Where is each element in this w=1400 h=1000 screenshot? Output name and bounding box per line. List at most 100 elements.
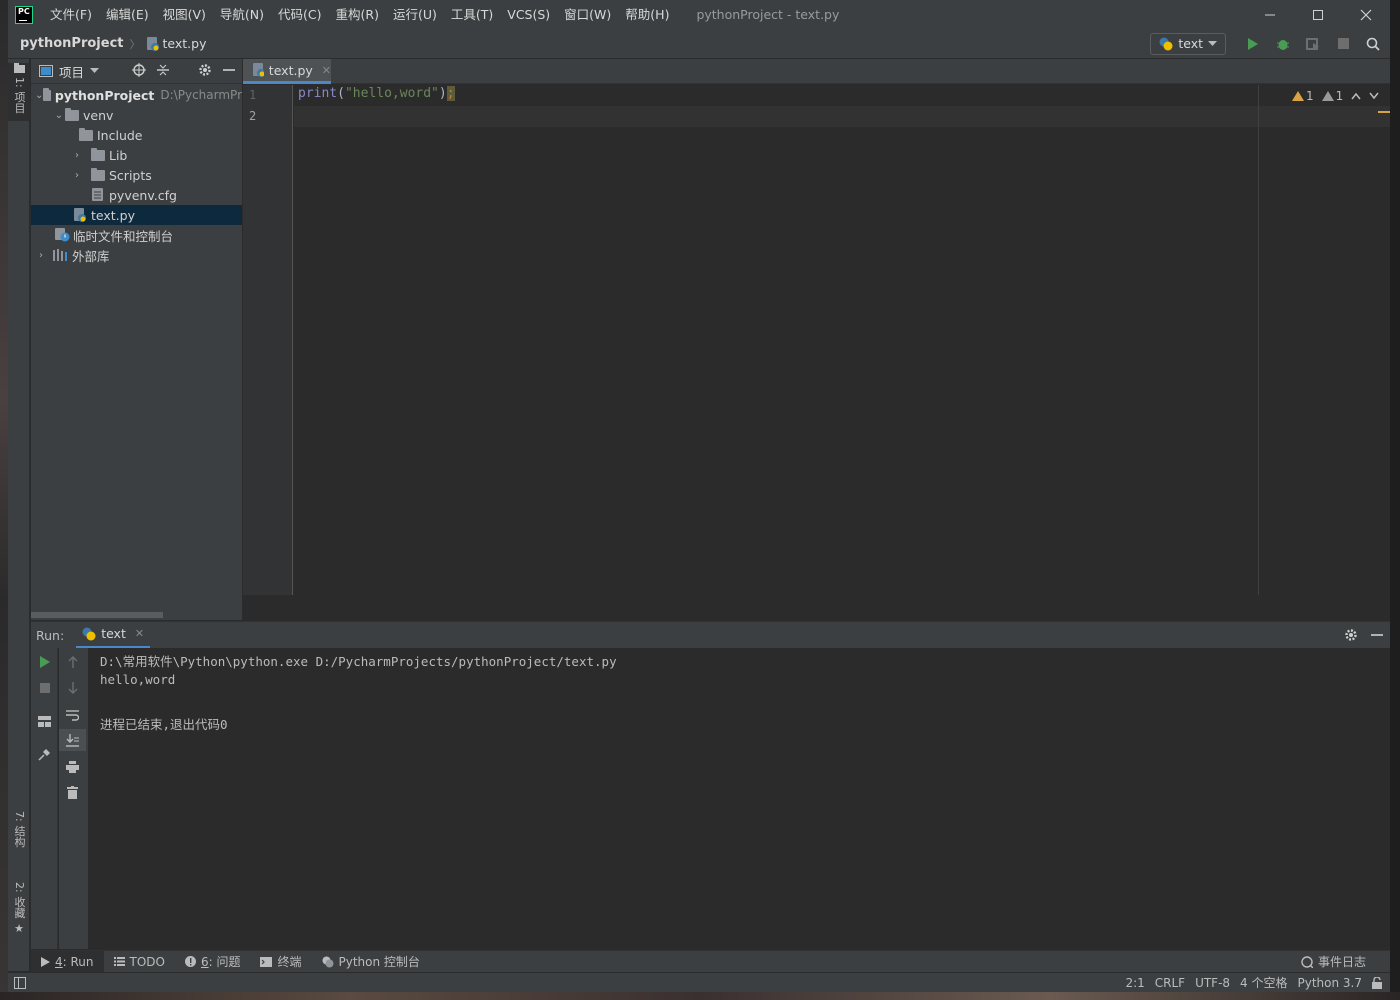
warning-marker[interactable] [1378,111,1390,113]
tree-node-scratches[interactable]: 临时文件和控制台 [31,225,242,245]
menu-navigate[interactable]: 导航(N) [213,0,271,29]
close-tab-icon[interactable]: ✕ [322,64,331,77]
warning-icon [1292,91,1304,101]
caret-position[interactable]: 2:1 [1125,976,1144,990]
menu-view[interactable]: 视图(V) [156,0,213,29]
minimize-icon [1265,14,1275,15]
file-encoding[interactable]: UTF-8 [1195,976,1230,990]
previous-highlight-icon[interactable] [1351,92,1361,100]
coverage-button[interactable] [1302,33,1324,55]
menu-help[interactable]: 帮助(H) [618,0,676,29]
stop-button[interactable] [1332,33,1354,55]
project-panel-tools [132,63,236,77]
collapsed-arrow-icon[interactable]: › [71,150,83,161]
run-console[interactable]: D:\常用软件\Python\python.exe D:/PycharmProj… [88,648,1390,949]
scroll-up-button[interactable] [59,651,86,673]
tool-tab-event-log[interactable]: 事件日志 [1291,951,1376,973]
tool-tab-project[interactable]: 1: 项目 [8,63,30,121]
warning-counter[interactable]: 1 [1292,89,1314,103]
collapse-all-icon[interactable] [156,63,170,77]
gear-icon[interactable] [198,63,212,77]
code-token-semicolon: ; [446,86,455,101]
minimize-button[interactable] [1246,0,1294,29]
code-line-1[interactable]: print("hello,word"); [298,86,455,101]
print-button[interactable] [59,756,86,778]
collapsed-arrow-icon[interactable]: › [71,170,83,181]
tool-tab-problems[interactable]: 6: 问题 [175,951,251,973]
tree-node-include[interactable]: Include [31,125,242,145]
python-interpreter[interactable]: Python 3.7 [1298,976,1363,990]
line-number-gutter: 1 2 [243,85,293,595]
menu-refactor[interactable]: 重构(R) [329,0,386,29]
lock-icon[interactable] [1372,976,1382,989]
next-highlight-icon[interactable] [1369,92,1379,100]
collapsed-arrow-icon[interactable]: › [35,250,47,261]
tree-node-pyvenv-cfg[interactable]: pyvenv.cfg [31,185,242,205]
expanded-arrow-icon[interactable]: ⌄ [53,110,65,121]
debug-button[interactable] [1272,33,1294,55]
run-panel-tools [1344,628,1384,642]
close-tab-icon[interactable]: ✕ [135,627,144,640]
tree-node-text-py[interactable]: text.py [31,205,242,225]
horizontal-scrollbar[interactable] [31,612,163,618]
tree-node-lib[interactable]: › Lib [31,145,242,165]
toggle-tool-windows-icon[interactable] [14,976,26,989]
tree-node-venv[interactable]: ⌄ venv [31,105,242,125]
indent-setting[interactable]: 4 个空格 [1240,974,1287,991]
menu-tools[interactable]: 工具(T) [444,0,500,29]
line-separator[interactable]: CRLF [1155,976,1185,990]
gear-icon[interactable] [1344,628,1358,642]
project-view-selector[interactable]: 项目 [39,62,100,81]
tool-tab-structure[interactable]: 7: 结构 [8,811,30,869]
rerun-button[interactable] [31,651,58,673]
menu-file[interactable]: 文件(F) [43,0,99,29]
tool-tab-python-console[interactable]: Python 控制台 [312,951,430,973]
weak-warning-count: 1 [1335,89,1344,103]
menu-vcs[interactable]: VCS(S) [500,0,557,29]
locate-file-icon[interactable] [132,63,146,77]
tree-node-external-libraries[interactable]: › 外部库 [31,245,242,265]
stop-button[interactable] [31,677,58,699]
breadcrumb-project[interactable]: pythonProject [20,36,124,51]
run-toolbar-primary [31,648,58,949]
folder-icon [91,167,105,181]
restore-layout-button[interactable] [31,710,58,732]
tool-tab-terminal[interactable]: 终端 [250,951,311,973]
desktop-edge-right [1390,0,1400,1000]
menu-edit[interactable]: 编辑(E) [99,0,156,29]
tree-node-scripts[interactable]: › Scripts [31,165,242,185]
tool-tab-favorites[interactable]: 2: 收藏 ★ [8,882,30,942]
scroll-to-end-button[interactable] [59,729,86,751]
search-everywhere-button[interactable] [1362,33,1384,55]
menu-window[interactable]: 窗口(W) [557,0,618,29]
menu-run[interactable]: 运行(U) [386,0,444,29]
close-window-button[interactable] [1342,0,1390,29]
weak-warning-counter[interactable]: 1 [1321,89,1344,103]
pin-tab-button[interactable] [31,743,58,765]
clear-all-button[interactable] [59,781,86,803]
inspection-widget[interactable]: 1 1 [1292,89,1379,103]
status-widgets: 2:1 CRLF UTF-8 4 个空格 Python 3.7 [1125,974,1382,991]
maximize-button[interactable] [1294,0,1342,29]
hide-panel-icon[interactable] [222,63,236,77]
project-tree: ⌄ pythonProject D:\PycharmPr ⌄ venv Incl… [31,84,242,265]
run-configuration-select[interactable]: text [1150,32,1226,55]
editor-scroll-area [243,595,1390,620]
scroll-down-button[interactable] [59,677,86,699]
tree-node-root[interactable]: ⌄ pythonProject D:\PycharmPr [31,85,242,105]
run-icon [39,656,50,668]
line-number: 2 [249,109,257,123]
code-editor[interactable] [294,85,1390,595]
menu-bar: 文件(F) 编辑(E) 视图(V) 导航(N) 代码(C) 重构(R) 运行(U… [43,0,676,29]
menu-code[interactable]: 代码(C) [271,0,328,29]
editor-tab-text-py[interactable]: text.py ✕ [243,59,331,84]
run-tab-text[interactable]: text ✕ [76,622,151,649]
breadcrumb-file[interactable]: text.py [146,36,206,51]
soft-wrap-button[interactable] [59,704,86,726]
tool-tab-run[interactable]: 4: Run [31,950,104,973]
run-button[interactable] [1242,33,1264,55]
event-log-icon [1301,955,1313,968]
hide-panel-icon[interactable] [1370,628,1384,642]
tool-tab-todo[interactable]: TODO [104,951,175,973]
expanded-arrow-icon[interactable]: ⌄ [35,90,43,101]
